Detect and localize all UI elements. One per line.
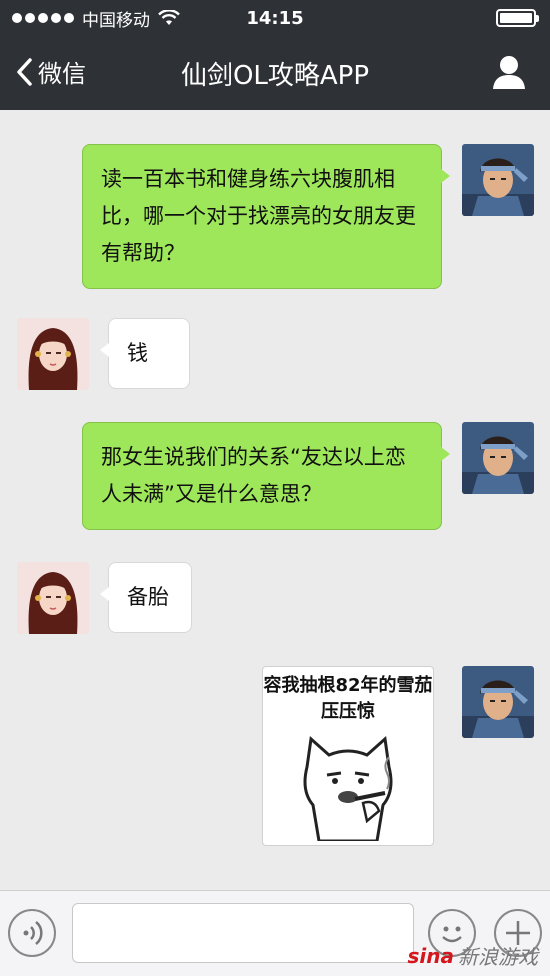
signal-icon xyxy=(12,13,74,23)
my-avatar[interactable] xyxy=(462,144,534,216)
message-bubble-outgoing[interactable]: 那女生说我们的关系“友达以上恋人未满”又是什么意思？ xyxy=(82,422,450,530)
status-bar: 中国移动 xyxy=(0,0,550,36)
battery-icon xyxy=(496,9,539,27)
voice-button[interactable] xyxy=(8,909,56,957)
contact-avatar[interactable] xyxy=(17,318,89,390)
chevron-left-icon xyxy=(17,57,32,86)
contact-avatar[interactable] xyxy=(17,562,89,634)
watermark: sina 新浪游戏 xyxy=(408,941,539,970)
chat-area[interactable]: 读一百本书和健身练六块腹肌相比，哪一个对于找漂亮的女朋友更有帮助？ 钱 那女生说… xyxy=(0,110,550,890)
input-bar: sina 新浪游戏 xyxy=(0,890,550,976)
carrier-label: 中国移动 xyxy=(82,10,150,31)
watermark-text: 新浪游戏 xyxy=(458,945,538,969)
back-button[interactable]: 微信 xyxy=(14,54,86,89)
message-bubble-outgoing[interactable]: 读一百本书和健身练六块腹肌相比，哪一个对于找漂亮的女朋友更有帮助？ xyxy=(82,144,450,289)
person-icon xyxy=(493,56,525,89)
nav-bar: 微信 仙剑OL攻略APP xyxy=(0,36,550,110)
sticker-message[interactable]: 容我抽根82年的雪茄压压惊 xyxy=(262,666,434,846)
message-bubble-incoming[interactable]: 备胎 xyxy=(100,562,192,633)
profile-button[interactable] xyxy=(492,54,526,90)
sticker-caption: 容我抽根82年的雪茄压压惊 xyxy=(263,675,433,722)
top-bar: 中国移动 14:15 微信 仙剑OL攻略APP xyxy=(0,0,550,110)
message-input[interactable] xyxy=(72,903,414,963)
back-label: 微信 xyxy=(38,60,86,88)
voice-icon xyxy=(23,921,43,945)
my-avatar[interactable] xyxy=(462,422,534,494)
my-avatar[interactable] xyxy=(462,666,534,738)
smoking-cat-icon xyxy=(303,736,393,841)
message-bubble-incoming[interactable]: 钱 xyxy=(100,318,190,389)
sina-logo: sina xyxy=(407,943,455,968)
wifi-icon xyxy=(158,10,180,25)
